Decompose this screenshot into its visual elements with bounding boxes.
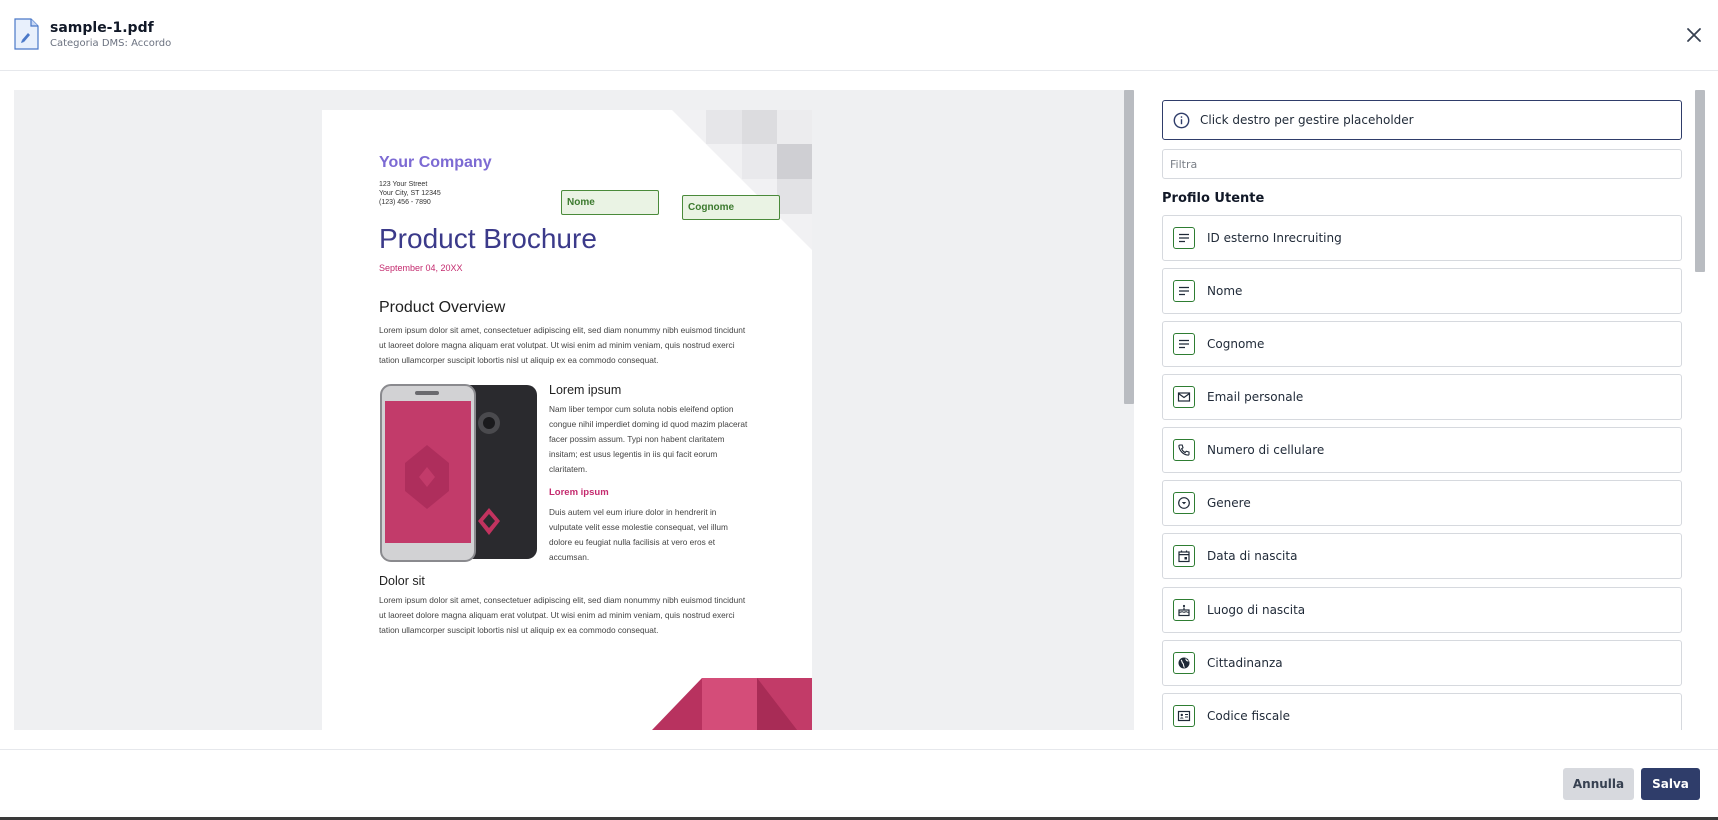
info-icon bbox=[1173, 112, 1190, 128]
doc-paragraph-lorem: Nam liber tempor cum soluta nobis eleife… bbox=[549, 404, 748, 474]
pdf-file-icon bbox=[14, 18, 39, 50]
doc-address-line: 123 Your Street bbox=[379, 181, 428, 188]
doc-address-line: (123) 456 - 7890 bbox=[379, 199, 431, 206]
field-label: Genere bbox=[1207, 496, 1251, 510]
field-label: Cittadinanza bbox=[1207, 656, 1283, 670]
phones-image bbox=[380, 384, 537, 562]
field-item-data-nascita[interactable]: Data di nascita bbox=[1162, 533, 1682, 579]
doc-paragraph-lorem-sub: Duis autem vel eum iriure dolor in hendr… bbox=[549, 507, 728, 562]
dropdown-circle-icon bbox=[1173, 492, 1195, 514]
field-label: Data di nascita bbox=[1207, 549, 1298, 563]
cake-icon bbox=[1173, 599, 1195, 621]
placeholder-nome[interactable]: Nome bbox=[561, 190, 659, 215]
text-lines-icon bbox=[1173, 333, 1195, 355]
field-item-cittadinanza[interactable]: Cittadinanza bbox=[1162, 640, 1682, 686]
pdf-page[interactable]: Your Company 123 Your Street Your City, … bbox=[322, 110, 812, 730]
field-item-id-esterno[interactable]: ID esterno Inrecruiting bbox=[1162, 215, 1682, 261]
close-icon[interactable] bbox=[1683, 24, 1705, 46]
field-label: Numero di cellulare bbox=[1207, 443, 1325, 457]
modal-header: sample-1.pdf Categoria DMS: Accordo bbox=[0, 0, 1718, 71]
doc-date: September 04, 20XX bbox=[379, 263, 463, 273]
doc-paragraph-overview: Lorem ipsum dolor sit amet, consectetuer… bbox=[379, 325, 746, 365]
text-lines-icon bbox=[1173, 227, 1195, 249]
field-label: ID esterno Inrecruiting bbox=[1207, 231, 1342, 245]
viewer-scrollbar[interactable] bbox=[1124, 90, 1134, 404]
field-label: Email personale bbox=[1207, 390, 1304, 404]
placeholder-panel: Click destro per gestire placeholder Pro… bbox=[1152, 90, 1704, 730]
field-label: Nome bbox=[1207, 284, 1243, 298]
pdf-viewer[interactable]: Your Company 123 Your Street Your City, … bbox=[14, 90, 1134, 730]
doc-address-line: Your City, ST 12345 bbox=[379, 190, 441, 197]
field-item-cellulare[interactable]: Numero di cellulare bbox=[1162, 427, 1682, 473]
file-name: sample-1.pdf bbox=[50, 20, 154, 36]
filter-input[interactable] bbox=[1162, 149, 1682, 179]
field-label: Codice fiscale bbox=[1207, 709, 1290, 723]
text-lines-icon bbox=[1173, 280, 1195, 302]
field-item-luogo-nascita[interactable]: Luogo di nascita bbox=[1162, 587, 1682, 633]
field-item-codice-fiscale[interactable]: Codice fiscale bbox=[1162, 693, 1682, 730]
field-label: Luogo di nascita bbox=[1207, 603, 1306, 617]
doc-title: Product Brochure bbox=[379, 223, 597, 254]
doc-heading-lorem: Lorem ipsum bbox=[549, 383, 622, 397]
cancel-button[interactable]: Annulla bbox=[1563, 768, 1634, 800]
field-label: Cognome bbox=[1207, 337, 1265, 351]
save-button[interactable]: Salva bbox=[1641, 768, 1700, 800]
field-item-genere[interactable]: Genere bbox=[1162, 480, 1682, 526]
phone-icon bbox=[1173, 439, 1195, 461]
doc-paragraph-dolor: Lorem ipsum dolor sit amet, consectetuer… bbox=[379, 595, 746, 635]
field-item-email[interactable]: Email personale bbox=[1162, 374, 1682, 420]
placeholder-cognome[interactable]: Cognome bbox=[682, 195, 780, 220]
info-banner: Click destro per gestire placeholder bbox=[1162, 100, 1682, 140]
doc-address: 123 Your Street Your City, ST 12345 (123… bbox=[379, 180, 441, 207]
section-title: Profilo Utente bbox=[1162, 191, 1265, 206]
calendar-icon bbox=[1173, 545, 1195, 567]
id-card-icon bbox=[1173, 705, 1195, 727]
doc-subheading-lorem: Lorem ipsum bbox=[549, 487, 609, 498]
mail-icon bbox=[1173, 386, 1195, 408]
file-category: Categoria DMS: Accordo bbox=[50, 38, 172, 49]
info-text: Click destro per gestire placeholder bbox=[1200, 113, 1414, 127]
doc-heading-overview: Product Overview bbox=[379, 299, 506, 316]
doc-company-name: Your Company bbox=[379, 154, 492, 171]
field-item-cognome[interactable]: Cognome bbox=[1162, 321, 1682, 367]
panel-scrollbar[interactable] bbox=[1695, 90, 1705, 272]
footer-divider bbox=[0, 749, 1718, 750]
globe-icon bbox=[1173, 652, 1195, 674]
doc-heading-dolor: Dolor sit bbox=[379, 574, 425, 588]
field-item-nome[interactable]: Nome bbox=[1162, 268, 1682, 314]
